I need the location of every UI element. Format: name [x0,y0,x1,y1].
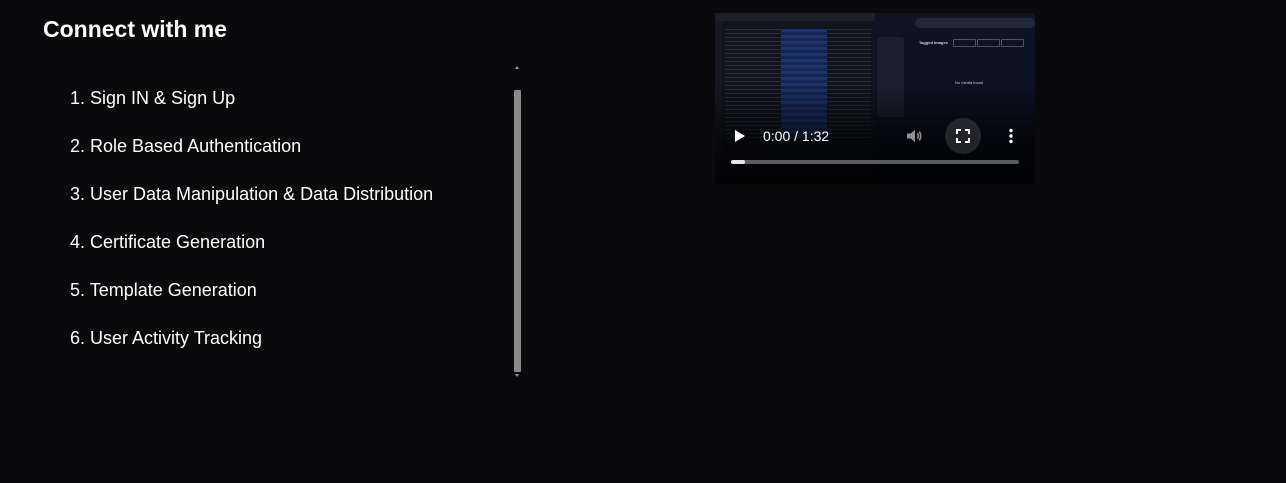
thumbnail-panel-title: Tagged Images [919,40,948,45]
feature-list: 1. Sign IN & Sign Up 2. Role Based Authe… [70,84,500,372]
fullscreen-icon[interactable] [945,118,981,154]
feature-item-activity-tracking: 6. User Activity Tracking [70,328,263,348]
video-buffered-fill [731,160,746,164]
volume-icon[interactable] [905,127,923,145]
video-time-display: 0:00 / 1:32 [763,128,830,144]
section-title: Connect with me [43,16,228,42]
more-vertical-icon[interactable] [1002,127,1020,145]
video-progress-bar[interactable] [731,160,1019,164]
scroll-down-arrow-icon[interactable] [515,374,519,377]
demo-video-player[interactable]: Tagged Images No media found 0:00 / 1:32 [715,13,1035,184]
feature-item-sign-in: 1. Sign IN & Sign Up [70,88,236,108]
feature-item-role-auth: 2. Role Based Authentication [70,136,302,156]
scrollbar-thumb[interactable] [514,90,521,372]
feature-item-certificate: 4. Certificate Generation [70,232,266,252]
scroll-up-arrow-icon[interactable] [515,66,519,69]
feature-item-template: 5. Template Generation [70,280,257,300]
list-scrollbar[interactable] [513,64,522,378]
play-icon[interactable] [735,130,745,142]
feature-item-data-manipulation: 3. User Data Manipulation & Data Distrib… [70,184,434,204]
page: Connect with me 1. Sign IN & Sign Up 2. … [0,0,1286,483]
